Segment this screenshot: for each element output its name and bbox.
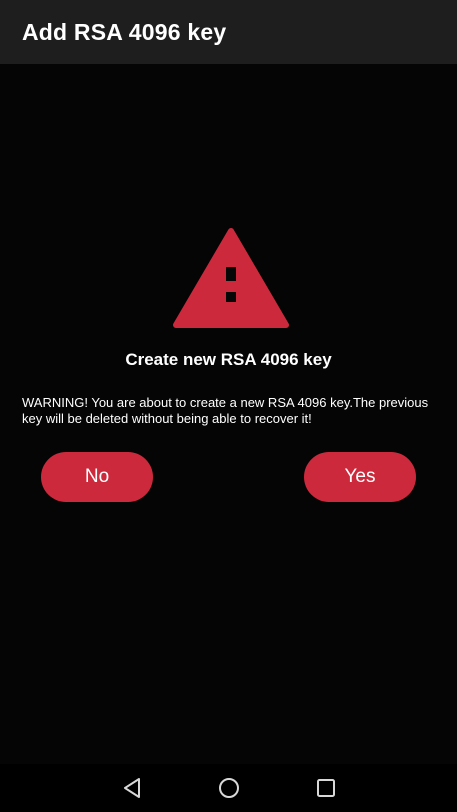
warning-triangle-icon	[173, 228, 289, 328]
warning-message: WARNING! You are about to create a new R…	[22, 395, 429, 426]
screen: Add RSA 4096 key Create new RSA 4096 key…	[0, 0, 457, 812]
app-bar: Add RSA 4096 key	[0, 0, 457, 64]
no-button[interactable]: No	[41, 452, 153, 502]
yes-button[interactable]: Yes	[304, 452, 416, 502]
home-icon[interactable]	[217, 776, 241, 800]
content-area: Create new RSA 4096 key WARNING! You are…	[0, 64, 457, 764]
dialog-heading: Create new RSA 4096 key	[125, 350, 332, 369]
page-title: Add RSA 4096 key	[22, 18, 227, 45]
navigation-bar	[0, 764, 457, 812]
back-icon[interactable]	[120, 776, 144, 800]
recents-icon[interactable]	[314, 776, 338, 800]
